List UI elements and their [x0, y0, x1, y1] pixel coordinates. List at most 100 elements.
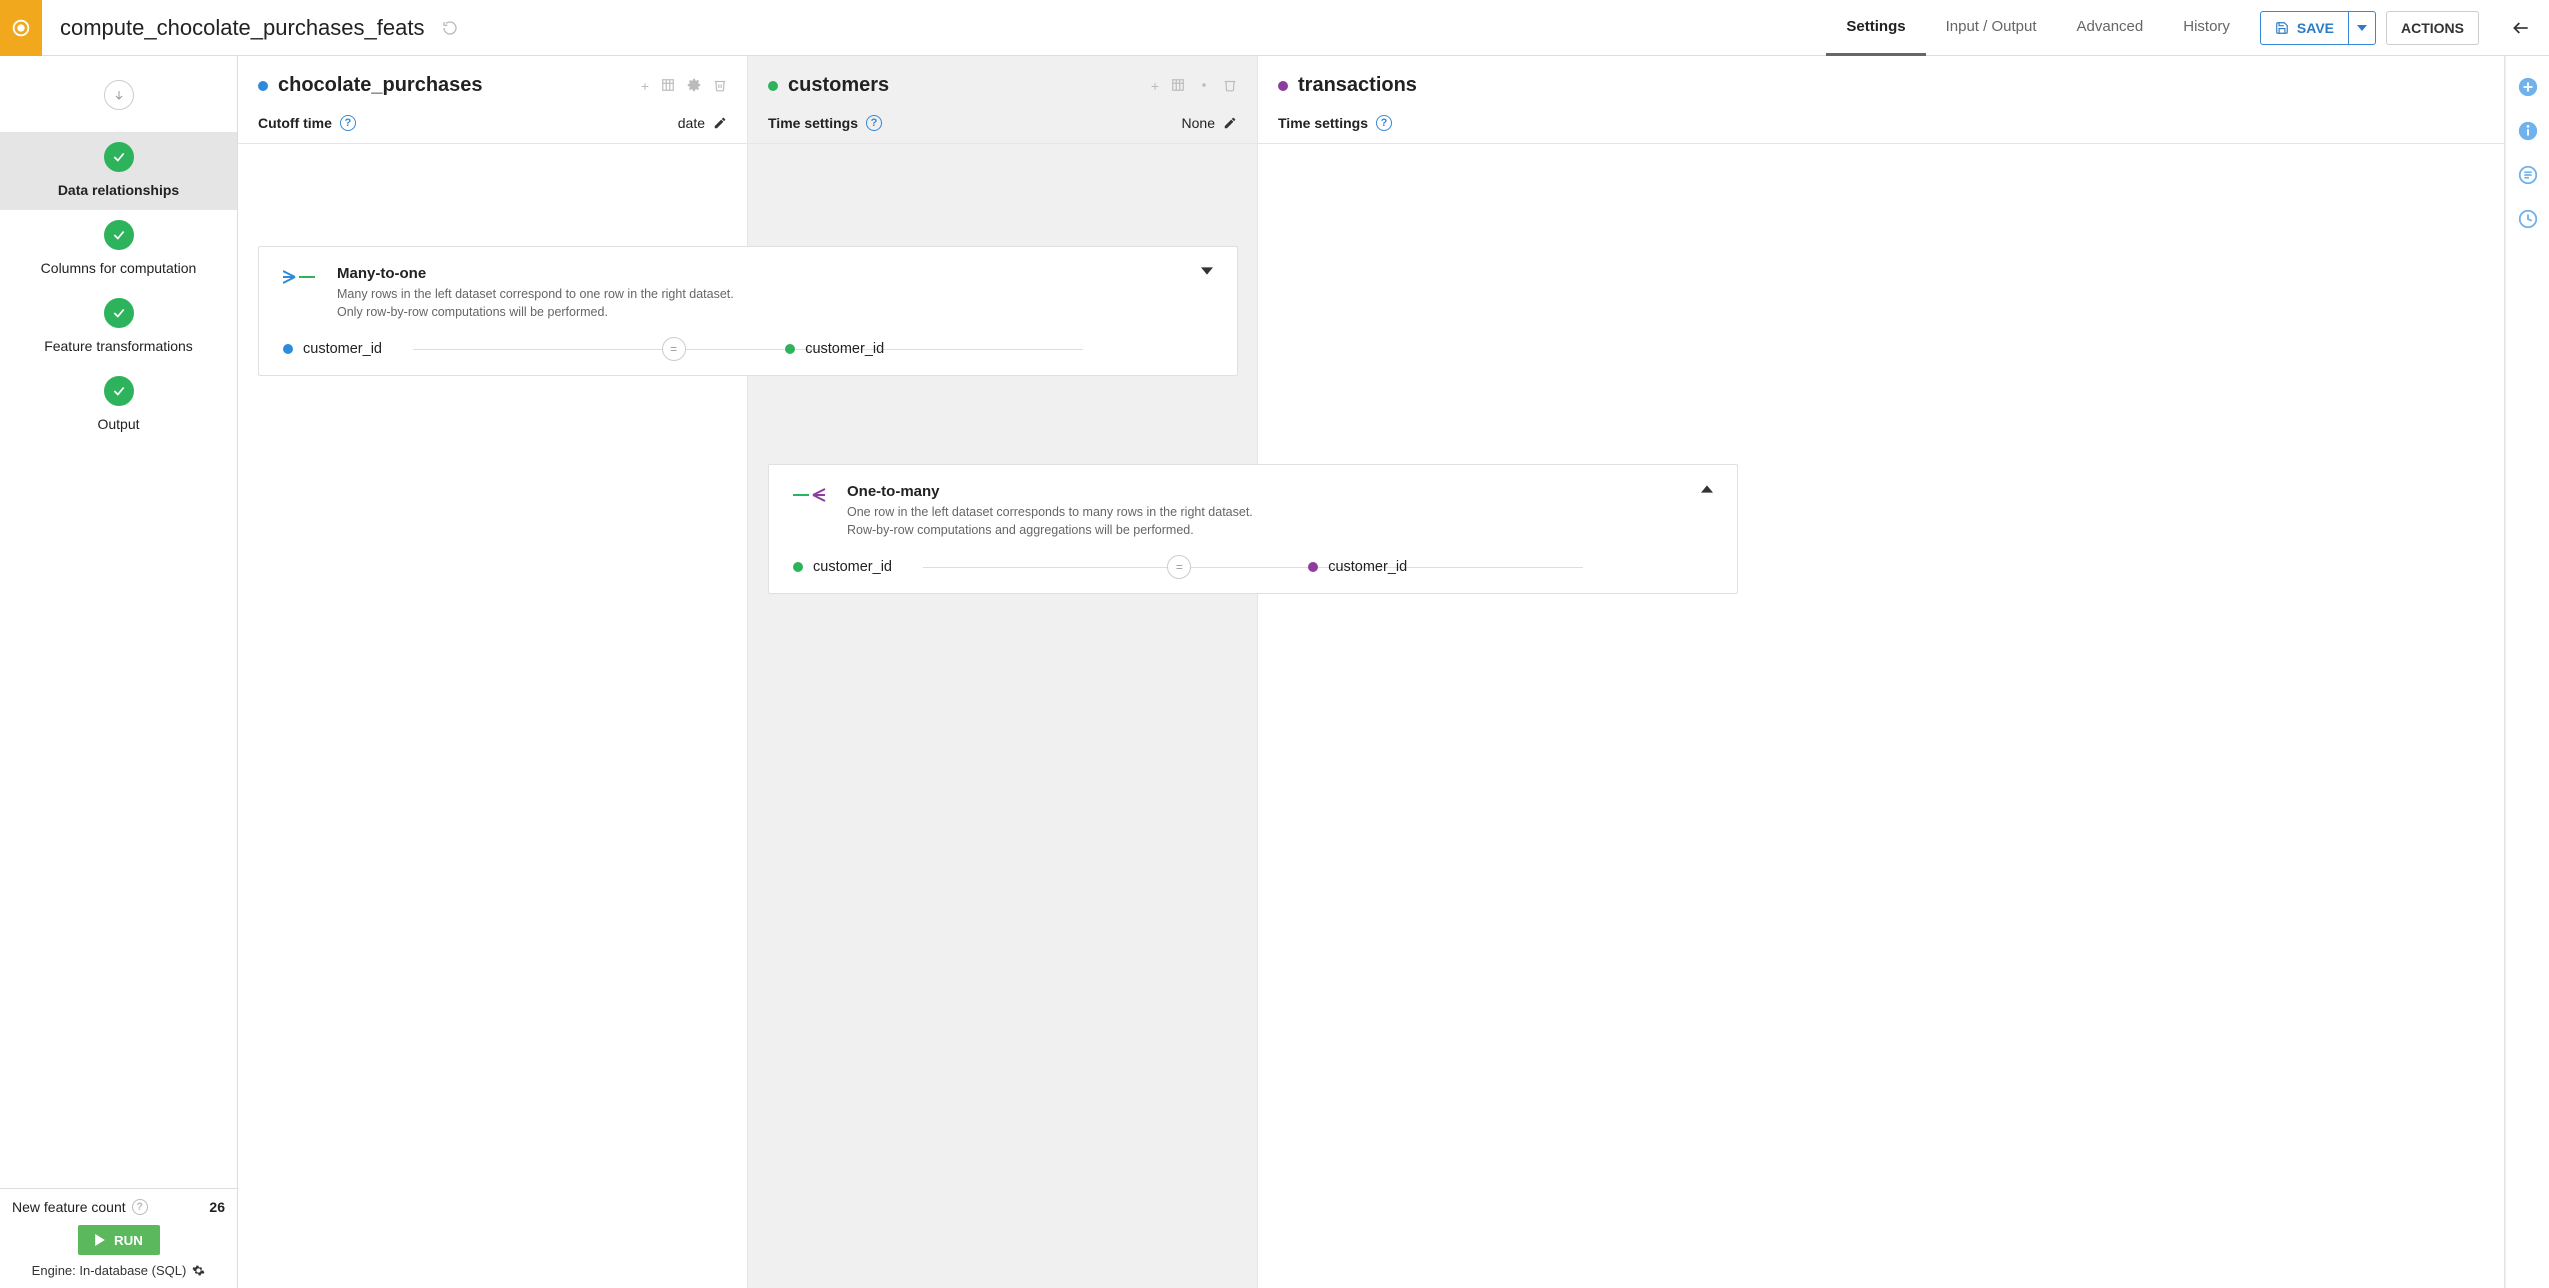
- tab-history[interactable]: History: [2163, 0, 2250, 56]
- dot-icon: [283, 344, 293, 354]
- step-columns-computation[interactable]: Columns for computation: [0, 210, 237, 288]
- relationship-desc: One row in the left dataset corresponds …: [847, 504, 1253, 539]
- add-icon[interactable]: +: [1151, 78, 1159, 94]
- gear-icon: [192, 1264, 205, 1277]
- step-output[interactable]: Output: [0, 366, 237, 444]
- clock-icon[interactable]: [2517, 208, 2539, 230]
- save-label: SAVE: [2297, 20, 2334, 36]
- join-key-right[interactable]: customer_id: [785, 341, 884, 357]
- save-icon: [2275, 21, 2289, 35]
- dataset-name: transactions: [1298, 74, 2484, 97]
- check-icon: [112, 306, 126, 320]
- edit-icon[interactable]: [1223, 116, 1237, 130]
- dataset-dot-icon: [1278, 81, 1288, 91]
- engine-row[interactable]: Engine: In-database (SQL): [12, 1263, 225, 1278]
- refresh-icon[interactable]: [442, 20, 458, 36]
- edit-icon[interactable]: [713, 116, 727, 130]
- one-to-many-icon: [793, 487, 833, 503]
- trash-icon[interactable]: [1223, 78, 1237, 94]
- header-tabs: Settings Input / Output Advanced History: [1826, 0, 2249, 56]
- cutoff-label: Cutoff time: [258, 115, 332, 131]
- join-key-left[interactable]: customer_id: [283, 341, 382, 357]
- recipe-icon: [0, 0, 42, 56]
- table-icon[interactable]: [1171, 78, 1185, 94]
- gear-icon[interactable]: [1197, 78, 1211, 94]
- run-button[interactable]: RUN: [78, 1225, 160, 1255]
- join-key-left[interactable]: customer_id: [793, 559, 892, 575]
- step-label: Data relationships: [0, 182, 237, 198]
- dataset-col-transactions: transactions Time settings ?: [1258, 56, 2505, 1288]
- dot-icon: [793, 562, 803, 572]
- equals-badge: =: [1167, 555, 1191, 579]
- feature-count-row: New feature count ? 26: [12, 1199, 225, 1215]
- help-icon[interactable]: ?: [1376, 115, 1392, 131]
- tab-io[interactable]: Input / Output: [1926, 0, 2057, 56]
- check-icon: [112, 228, 126, 242]
- save-button[interactable]: SAVE: [2260, 11, 2376, 45]
- run-label: RUN: [114, 1233, 143, 1248]
- dot-icon: [785, 344, 795, 354]
- step-label: Feature transformations: [0, 338, 237, 354]
- help-icon[interactable]: ?: [866, 115, 882, 131]
- tab-advanced[interactable]: Advanced: [2057, 0, 2164, 56]
- check-icon: [112, 384, 126, 398]
- help-icon[interactable]: ?: [340, 115, 356, 131]
- check-icon: [112, 150, 126, 164]
- equals-badge: =: [662, 337, 686, 361]
- join-key-label: customer_id: [1328, 559, 1407, 575]
- cutoff-value: date: [678, 115, 705, 131]
- arrow-left-icon: [2511, 18, 2531, 38]
- relationship-title: One-to-many: [847, 483, 1253, 500]
- actions-button[interactable]: ACTIONS: [2386, 11, 2479, 45]
- help-icon[interactable]: ?: [132, 1199, 148, 1215]
- join-key-label: customer_id: [805, 341, 884, 357]
- step-label: Columns for computation: [0, 260, 237, 276]
- relationship-card-many-to-one: Many-to-one Many rows in the left datase…: [258, 246, 1238, 376]
- play-icon: [94, 1234, 106, 1246]
- relationship-desc: Many rows in the left dataset correspond…: [337, 286, 734, 321]
- step-input-arrow: [0, 56, 237, 132]
- time-value: None: [1182, 115, 1215, 131]
- trash-icon[interactable]: [713, 78, 727, 94]
- table-icon[interactable]: [661, 78, 675, 94]
- topbar: compute_chocolate_purchases_feats Settin…: [0, 0, 2549, 56]
- add-icon[interactable]: +: [641, 78, 649, 94]
- caret-down-icon: [1201, 265, 1213, 277]
- chat-icon[interactable]: [2517, 164, 2539, 186]
- engine-label: Engine: In-database (SQL): [32, 1263, 187, 1278]
- info-icon[interactable]: [2517, 120, 2539, 142]
- caret-down-icon: [2357, 23, 2367, 33]
- step-data-relationships[interactable]: Data relationships: [0, 132, 237, 210]
- actions-label: ACTIONS: [2401, 20, 2464, 36]
- relationship-card-one-to-many: One-to-many One row in the left dataset …: [768, 464, 1738, 594]
- feature-count-label: New feature count: [12, 1199, 126, 1215]
- right-rail: [2505, 56, 2549, 1288]
- step-feature-transformations[interactable]: Feature transformations: [0, 288, 237, 366]
- tab-settings[interactable]: Settings: [1826, 0, 1925, 56]
- add-circle-icon[interactable]: [2517, 76, 2539, 98]
- save-dropdown[interactable]: [2348, 12, 2375, 44]
- dataset-name: customers: [788, 74, 1151, 97]
- dot-icon: [1308, 562, 1318, 572]
- collapse-toggle[interactable]: [1701, 483, 1713, 495]
- time-label: Time settings: [768, 115, 858, 131]
- dataset-dot-icon: [258, 81, 268, 91]
- join-key-label: customer_id: [813, 559, 892, 575]
- sidebar-left: Data relationships Columns for computati…: [0, 56, 238, 1288]
- dataset-dot-icon: [768, 81, 778, 91]
- join-key-right[interactable]: customer_id: [1308, 559, 1407, 575]
- back-arrow[interactable]: [2493, 18, 2549, 38]
- gear-icon[interactable]: [687, 78, 701, 94]
- time-label: Time settings: [1278, 115, 1368, 131]
- dataset-col-chocolate: chocolate_purchases + Cutoff time ?: [238, 56, 748, 1288]
- caret-up-icon: [1701, 483, 1713, 495]
- many-to-one-icon: [283, 269, 323, 285]
- dataset-col-customers: customers + Time settings ?: [748, 56, 1258, 1288]
- join-key-label: customer_id: [303, 341, 382, 357]
- feature-count-value: 26: [209, 1199, 225, 1215]
- relationship-title: Many-to-one: [337, 265, 734, 282]
- dataset-name: chocolate_purchases: [278, 74, 641, 97]
- step-label: Output: [0, 416, 237, 432]
- collapse-toggle[interactable]: [1201, 265, 1213, 277]
- recipe-title: compute_chocolate_purchases_feats: [42, 15, 442, 41]
